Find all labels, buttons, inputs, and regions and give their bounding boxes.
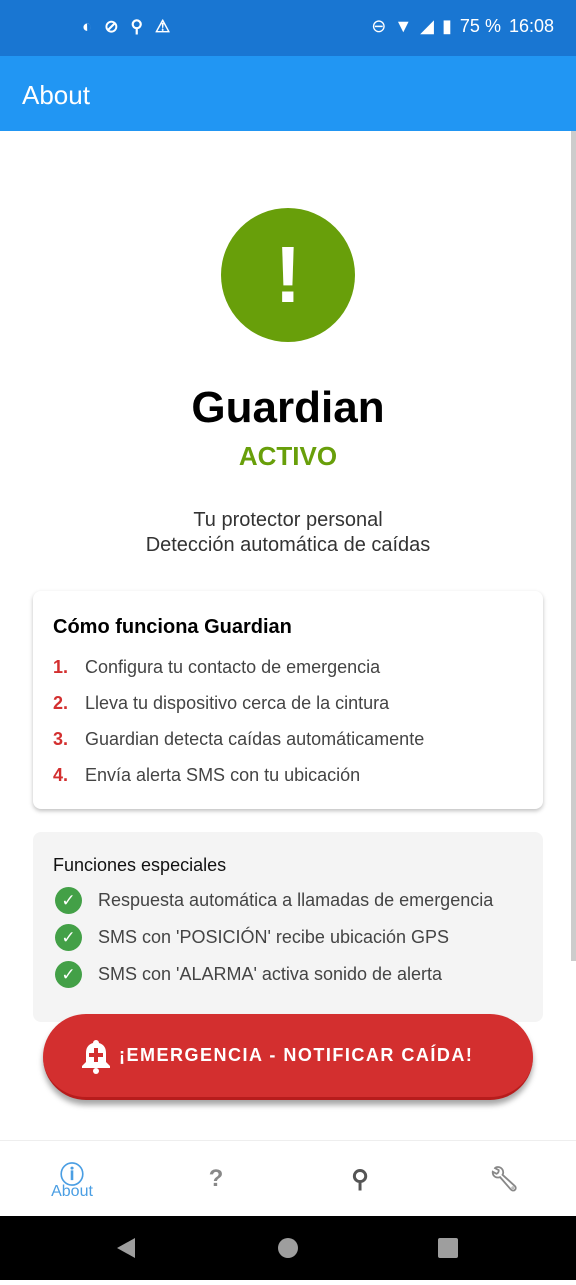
app-title: Guardian bbox=[191, 383, 385, 432]
medical-bell-icon bbox=[82, 1039, 110, 1074]
home-icon[interactable] bbox=[278, 1238, 298, 1258]
step-number: 3. bbox=[53, 728, 69, 749]
question-icon: ? bbox=[208, 1165, 224, 1192]
step-text: Lleva tu dispositivo cerca de la cintura bbox=[85, 692, 390, 713]
app-bar: About bbox=[0, 56, 576, 131]
list-item: 4. Envía alerta SMS con tu ubicación bbox=[53, 757, 523, 793]
bottom-nav: ⓘ About ? ⚲ 🔧︎ bbox=[0, 1140, 576, 1216]
features-card: Funciones especiales ✓ Respuesta automáti… bbox=[33, 832, 543, 1022]
back-icon[interactable] bbox=[117, 1238, 135, 1258]
tab-label: About bbox=[51, 1183, 93, 1200]
feature-text: SMS con 'POSICIÓN' recibe ubicación GPS bbox=[98, 927, 450, 947]
list-item: 3. Guardian detecta caídas automáticament… bbox=[53, 721, 523, 757]
system-nav-bar bbox=[0, 1216, 576, 1280]
feature-text: Respuesta automática a llamadas de emerg… bbox=[98, 890, 494, 910]
list-item: ✓ SMS con 'POSICIÓN' recibe ubicación GPS bbox=[53, 919, 523, 956]
battery-icon: ▮ bbox=[442, 16, 452, 36]
list-item: ✓ SMS con 'ALARMA' activa sonido de alert… bbox=[53, 956, 523, 993]
notification-icon: ◐ bbox=[82, 17, 93, 36]
step-number: 4. bbox=[53, 764, 69, 785]
step-number: 1. bbox=[53, 656, 69, 677]
list-item: 2. Lleva tu dispositivo cerca de la cintu… bbox=[53, 685, 523, 721]
status-bar: ◐ ⊘ ⚲ ⚠ ⊖ ▼ ◢ ▮ 75 % 16:08 bbox=[0, 0, 576, 56]
recents-icon[interactable] bbox=[438, 1238, 458, 1258]
wrench-icon: 🔧︎ bbox=[488, 1166, 520, 1193]
map-pin-icon: ⚲ bbox=[351, 1166, 369, 1193]
tab-location[interactable]: ⚲ bbox=[288, 1141, 432, 1216]
step-number: 2. bbox=[53, 692, 69, 713]
tab-settings[interactable]: 🔧︎ bbox=[432, 1141, 576, 1216]
subtitle-line: Tu protector personal bbox=[193, 509, 383, 531]
warning-icon: ⚠ bbox=[154, 17, 171, 36]
info-icon: ⓘ bbox=[60, 1162, 84, 1189]
tab-help[interactable]: ? bbox=[144, 1141, 288, 1216]
status-badge: ACTIVO bbox=[238, 441, 338, 471]
subtitle: Tu protector personal Detección automátic… bbox=[0, 508, 576, 558]
card-title: Cómo funciona Guardian bbox=[53, 616, 292, 638]
emergency-button[interactable]: ¡EMERGENCIA - NOTIFICAR CAÍDA! bbox=[43, 1014, 533, 1100]
list-item: 1. Configura tu contacto de emergencia bbox=[53, 649, 523, 685]
exclamation-icon: ! bbox=[221, 208, 355, 342]
step-text: Envía alerta SMS con tu ubicación bbox=[85, 764, 361, 785]
check-circle-icon: ✓ bbox=[55, 924, 82, 951]
page-title: About bbox=[22, 80, 90, 110]
list-item: ✓ Respuesta automática a llamadas de emer… bbox=[53, 882, 523, 919]
how-it-works-card: Cómo funciona Guardian 1. Configura tu co… bbox=[33, 591, 543, 809]
wifi-icon: ▼ bbox=[394, 16, 413, 36]
sync-icon: ⊘ bbox=[104, 17, 119, 36]
subtitle-line: Detección automática de caídas bbox=[145, 534, 431, 556]
card-title: Funciones especiales bbox=[53, 855, 227, 875]
battery-level: 75 % bbox=[459, 16, 501, 36]
step-text: Guardian detecta caídas automáticamente bbox=[85, 728, 425, 749]
clock: 16:08 bbox=[508, 16, 554, 36]
tab-about[interactable]: ⓘ About bbox=[0, 1141, 144, 1216]
dnd-icon: ⊖ bbox=[371, 16, 387, 36]
keyhole-icon: ⚲ bbox=[130, 17, 143, 36]
feature-text: SMS con 'ALARMA' activa sonido de alerta bbox=[98, 964, 443, 984]
signal-icon: ◢ bbox=[420, 16, 435, 36]
emergency-label: ¡EMERGENCIA - NOTIFICAR CAÍDA! bbox=[119, 1045, 474, 1065]
check-circle-icon: ✓ bbox=[55, 961, 82, 988]
check-circle-icon: ✓ bbox=[55, 887, 82, 914]
step-text: Configura tu contacto de emergencia bbox=[85, 656, 381, 677]
